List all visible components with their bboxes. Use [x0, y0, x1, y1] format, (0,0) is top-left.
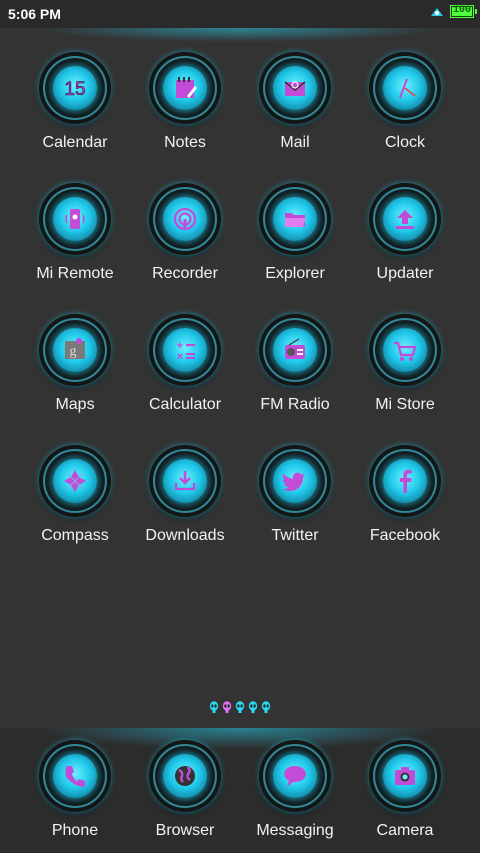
- page-dot-icon[interactable]: [209, 700, 219, 713]
- app-downloads[interactable]: Downloads: [130, 445, 240, 545]
- icon-frame: [39, 183, 111, 255]
- icon-frame: [149, 445, 221, 517]
- icon-frame: [369, 183, 441, 255]
- updater-icon: [383, 197, 427, 241]
- twitter-icon: [273, 459, 317, 503]
- page-dot-icon[interactable]: [222, 700, 232, 713]
- icon-frame: [259, 445, 331, 517]
- dock: Phone Browser Messaging Camera: [0, 728, 480, 853]
- app-calendar[interactable]: 15 Calendar: [20, 52, 130, 152]
- globe-icon: [163, 754, 207, 798]
- clock-icon: [383, 66, 427, 110]
- icon-frame: [369, 314, 441, 386]
- folder-icon: [273, 197, 317, 241]
- app-label: Recorder: [152, 265, 218, 282]
- app-mi-remote[interactable]: Mi Remote: [20, 183, 130, 283]
- icon-frame: [259, 183, 331, 255]
- app-label: Phone: [51, 822, 99, 839]
- app-label: Twitter: [271, 527, 319, 544]
- app-mail[interactable]: Mail: [240, 52, 350, 152]
- app-mi-store[interactable]: Mi Store: [350, 314, 460, 414]
- app-twitter[interactable]: Twitter: [240, 445, 350, 545]
- remote-icon: [53, 197, 97, 241]
- icon-frame: [39, 740, 111, 812]
- app-label: Mi Remote: [36, 265, 114, 282]
- icon-frame: g: [39, 314, 111, 386]
- app-label: Updater: [376, 265, 434, 282]
- app-facebook[interactable]: Facebook: [350, 445, 460, 545]
- icon-frame: [149, 183, 221, 255]
- battery-level: 100: [452, 5, 471, 16]
- app-label: Messaging: [256, 822, 334, 839]
- message-icon: [273, 754, 317, 798]
- page-dot-icon[interactable]: [235, 700, 245, 713]
- download-icon: [163, 459, 207, 503]
- status-bar: 5:06 PM 100: [0, 0, 480, 48]
- app-label: FM Radio: [260, 396, 330, 413]
- svg-text:15: 15: [64, 79, 85, 100]
- calendar-icon: 15: [53, 66, 97, 110]
- app-label: Maps: [55, 396, 95, 413]
- app-label: Browser: [155, 822, 215, 839]
- dock-camera[interactable]: Camera: [350, 740, 460, 840]
- app-label: Downloads: [145, 527, 225, 544]
- icon-frame: [259, 314, 331, 386]
- icon-frame: [149, 740, 221, 812]
- icon-frame: [39, 445, 111, 517]
- app-fm-radio[interactable]: FM Radio: [240, 314, 350, 414]
- app-label: Compass: [41, 527, 109, 544]
- app-label: Mail: [280, 134, 310, 151]
- icon-frame: [259, 740, 331, 812]
- icon-frame: + ×: [149, 314, 221, 386]
- app-label: Calculator: [148, 396, 222, 413]
- dock-phone[interactable]: Phone: [20, 740, 130, 840]
- battery-icon: 100: [450, 5, 477, 18]
- app-label: Clock: [384, 134, 425, 151]
- app-label: Notes: [164, 134, 206, 151]
- app-label: Explorer: [265, 265, 325, 282]
- mail-icon: [273, 66, 317, 110]
- app-label: Mi Store: [375, 396, 435, 413]
- page-dot-icon[interactable]: [261, 700, 271, 713]
- app-notes[interactable]: Notes: [130, 52, 240, 152]
- icon-frame: [149, 52, 221, 124]
- app-maps[interactable]: g Maps: [20, 314, 130, 414]
- radio-icon: [273, 328, 317, 372]
- app-compass[interactable]: Compass: [20, 445, 130, 545]
- page-indicator: [0, 700, 480, 713]
- icon-frame: [369, 52, 441, 124]
- svg-text:×: ×: [177, 351, 183, 363]
- app-clock[interactable]: Clock: [350, 52, 460, 152]
- app-calculator[interactable]: + × Calculator: [130, 314, 240, 414]
- svg-text:g: g: [70, 344, 77, 359]
- phone-icon: [53, 754, 97, 798]
- calculator-icon: + ×: [163, 328, 207, 372]
- dock-browser[interactable]: Browser: [130, 740, 240, 840]
- app-recorder[interactable]: Recorder: [130, 183, 240, 283]
- camera-icon: [383, 754, 427, 798]
- dock-messaging[interactable]: Messaging: [240, 740, 350, 840]
- app-label: Facebook: [369, 527, 441, 544]
- signal-icon: [431, 7, 443, 16]
- compass-icon: [53, 459, 97, 503]
- recorder-icon: [163, 197, 207, 241]
- maps-icon: g: [53, 328, 97, 372]
- app-explorer[interactable]: Explorer: [240, 183, 350, 283]
- facebook-icon: [383, 459, 427, 503]
- icon-frame: [369, 445, 441, 517]
- icon-frame: [369, 740, 441, 812]
- status-icons: 100: [430, 5, 477, 18]
- app-updater[interactable]: Updater: [350, 183, 460, 283]
- notes-icon: [163, 66, 207, 110]
- app-label: Camera: [376, 822, 434, 839]
- icon-frame: 15: [39, 52, 111, 124]
- cart-icon: [383, 328, 427, 372]
- page-dot-icon[interactable]: [248, 700, 258, 713]
- icon-frame: [259, 52, 331, 124]
- app-label: Calendar: [42, 134, 108, 151]
- status-time: 5:06 PM: [8, 6, 61, 22]
